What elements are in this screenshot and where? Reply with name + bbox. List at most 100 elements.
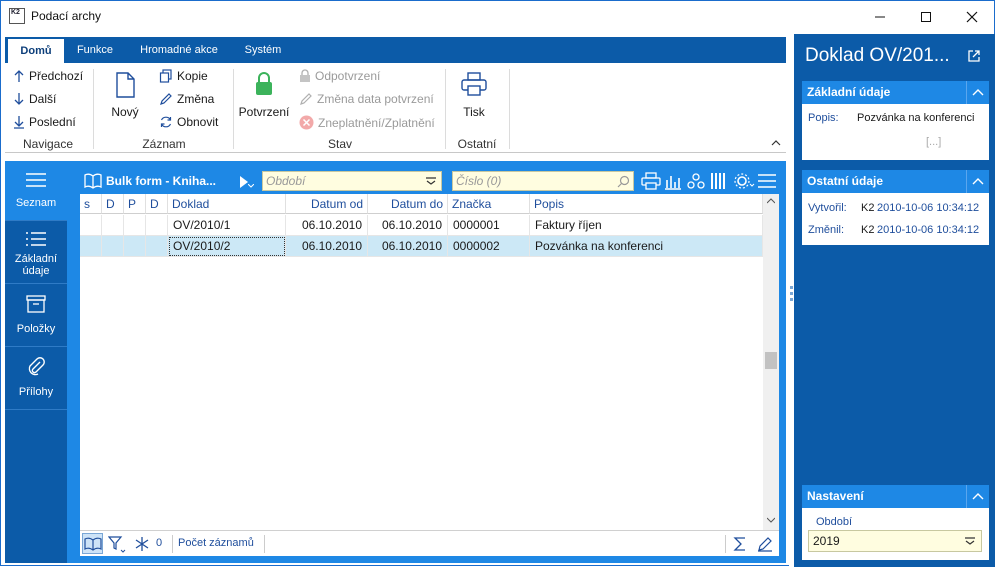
collapse-section-button[interactable] bbox=[966, 485, 989, 508]
cancel-circle-icon bbox=[299, 115, 314, 130]
nav-prilohy[interactable]: Přílohy bbox=[5, 348, 67, 410]
previous-button[interactable]: Předchozí bbox=[13, 69, 83, 83]
cell-popis: Faktury říjen bbox=[530, 215, 763, 236]
group-label-zaznam: Záznam bbox=[142, 137, 186, 151]
column-header-popis[interactable]: Popis bbox=[530, 194, 763, 214]
minimize-button[interactable] bbox=[857, 1, 903, 32]
nav-polozky-label: Položky bbox=[16, 323, 56, 335]
divider bbox=[725, 535, 726, 553]
snowflake-icon[interactable] bbox=[134, 536, 150, 552]
tab-system[interactable]: Systém bbox=[235, 37, 291, 63]
collapse-section-button[interactable] bbox=[966, 170, 989, 193]
period-select[interactable]: 2019 bbox=[808, 530, 982, 552]
vertical-scrollbar[interactable] bbox=[763, 194, 779, 530]
hierarchy-icon[interactable] bbox=[686, 172, 706, 190]
close-button[interactable] bbox=[949, 1, 995, 32]
group-separator bbox=[445, 69, 446, 149]
new-document-icon bbox=[116, 72, 135, 98]
columns-icon[interactable] bbox=[710, 172, 728, 190]
divider bbox=[172, 535, 173, 553]
nav-zakladni-udaje[interactable]: Základní údaje bbox=[5, 222, 67, 284]
open-external-icon[interactable] bbox=[967, 49, 981, 63]
menu-icon[interactable] bbox=[757, 173, 777, 189]
more-link[interactable]: [...] bbox=[926, 136, 941, 148]
section-body-zakladni: Popis: Pozvánka na konferenci [...] bbox=[802, 104, 989, 160]
last-button[interactable]: Poslední bbox=[13, 115, 76, 129]
collapse-ribbon-icon[interactable] bbox=[771, 139, 781, 147]
table-row[interactable]: OV/2010/1 06.10.2010 06.10.2010 0000001 … bbox=[80, 215, 763, 236]
section-body-ostatni: Vytvořil: K2 2010-10-06 10:34:12 Změnil:… bbox=[802, 193, 989, 245]
unconfirm-button[interactable]: Odpotvrzení bbox=[299, 69, 380, 83]
scroll-thumb[interactable] bbox=[765, 352, 777, 369]
number-placeholder: Číslo (0) bbox=[456, 174, 502, 188]
previous-label: Předchozí bbox=[29, 69, 84, 83]
period-input[interactable]: Období bbox=[262, 171, 442, 191]
section-header-zakladni[interactable]: Základní údaje bbox=[802, 81, 989, 104]
grip-dot bbox=[790, 286, 793, 289]
data-grid: s D P D Doklad Datum od Datum do Značka … bbox=[80, 194, 779, 530]
tab-hromadne-akce[interactable]: Hromadné akce bbox=[129, 37, 229, 63]
copy-button[interactable]: Kopie bbox=[159, 69, 208, 83]
change-confirm-date-button[interactable]: Změna data potvrzení bbox=[299, 92, 434, 106]
records-count-label[interactable]: Počet záznamů bbox=[178, 537, 254, 549]
arrow-down-icon bbox=[14, 93, 24, 105]
section-header-ostatni[interactable]: Ostatní údaje bbox=[802, 170, 989, 193]
cell-znacka: 0000002 bbox=[448, 236, 530, 257]
grid-status-bar: 0 Počet záznamů bbox=[80, 530, 779, 556]
created-date: 2010-10-06 10:34:12 bbox=[877, 202, 980, 214]
chevron-up-icon bbox=[972, 89, 984, 96]
filter-icon[interactable] bbox=[108, 536, 126, 554]
printer-icon[interactable] bbox=[641, 172, 661, 190]
cell-doklad: OV/2010/2 bbox=[168, 236, 286, 257]
title-bar: K2 Podací archy bbox=[1, 1, 994, 32]
search-icon bbox=[617, 175, 630, 188]
column-header-datum-do[interactable]: Datum do bbox=[368, 194, 448, 214]
sum-icon[interactable] bbox=[732, 536, 748, 552]
column-header[interactable]: P bbox=[124, 194, 146, 214]
paperclip-icon bbox=[28, 357, 45, 376]
cell-datum-od: 06.10.2010 bbox=[286, 215, 368, 236]
confirm-button[interactable]: Potvrzení bbox=[235, 71, 293, 119]
bar-chart-icon[interactable] bbox=[664, 172, 682, 190]
invalidate-button[interactable]: Zneplatnění/Zplatnění bbox=[299, 115, 435, 130]
section-header-nastaveni[interactable]: Nastavení bbox=[802, 485, 989, 508]
column-header-doklad[interactable]: Doklad bbox=[168, 194, 286, 214]
tab-funkce[interactable]: Funkce bbox=[67, 37, 123, 63]
gear-icon[interactable] bbox=[733, 172, 755, 190]
collapse-section-button[interactable] bbox=[966, 81, 989, 104]
column-header[interactable]: D bbox=[146, 194, 168, 214]
nav-seznam[interactable]: Seznam bbox=[5, 161, 67, 221]
column-header-znacka[interactable]: Značka bbox=[448, 194, 530, 214]
print-label: Tisk bbox=[463, 105, 485, 119]
edit-button[interactable]: Změna bbox=[159, 92, 214, 106]
nav-polozky[interactable]: Položky bbox=[5, 285, 67, 347]
refresh-button[interactable]: Obnovit bbox=[159, 115, 218, 129]
number-search-input[interactable]: Číslo (0) bbox=[452, 171, 634, 191]
scroll-down-icon[interactable] bbox=[767, 517, 775, 523]
maximize-button[interactable] bbox=[903, 1, 949, 32]
period-value: 2019 bbox=[813, 534, 840, 548]
grid-toolbar: Bulk form - Kniha... Období Číslo (0) bbox=[80, 168, 779, 194]
new-button[interactable]: Nový bbox=[103, 71, 147, 119]
last-label: Poslední bbox=[29, 115, 76, 129]
copy-label: Kopie bbox=[177, 69, 208, 83]
created-key: Vytvořil: bbox=[808, 202, 847, 214]
column-header[interactable]: s bbox=[80, 194, 102, 214]
column-header[interactable]: D bbox=[102, 194, 124, 214]
table-row-selected[interactable]: OV/2010/2 06.10.2010 06.10.2010 0000002 … bbox=[80, 236, 763, 257]
pencil-icon[interactable] bbox=[757, 536, 773, 552]
bookmark-title[interactable]: Bulk form - Kniha... bbox=[106, 174, 216, 188]
bookmark-toggle-button[interactable] bbox=[82, 533, 103, 554]
copy-icon bbox=[159, 69, 172, 83]
nav-zakladni-udaje-label: Základní údaje bbox=[14, 253, 58, 277]
column-header-datum-od[interactable]: Datum od bbox=[286, 194, 368, 214]
grip-dot bbox=[790, 292, 793, 295]
scroll-up-icon[interactable] bbox=[767, 198, 775, 204]
popis-key: Popis: bbox=[808, 112, 839, 124]
print-button[interactable]: Tisk bbox=[451, 71, 497, 119]
tab-domu[interactable]: Domů bbox=[8, 39, 64, 63]
ribbon-tab-bar: Domů Funkce Hromadné akce Systém bbox=[5, 37, 786, 63]
next-button[interactable]: Další bbox=[13, 92, 56, 106]
chevron-down-icon bbox=[248, 184, 254, 188]
chevron-up-icon bbox=[972, 178, 984, 185]
